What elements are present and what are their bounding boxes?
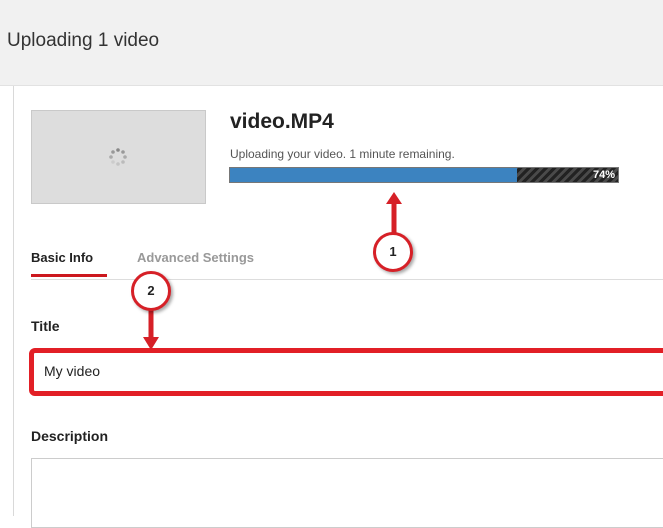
video-filename: video.MP4 (230, 110, 334, 133)
annotation-marker-1: 1 (373, 232, 413, 272)
upload-header: Uploading 1 video (0, 0, 663, 86)
page-title: Uploading 1 video (7, 30, 160, 51)
upload-status-text: Uploading your video. 1 minute remaining… (230, 147, 455, 161)
active-tab-indicator (31, 274, 107, 277)
tabs-divider (31, 279, 663, 280)
arrow-down-icon (143, 308, 159, 350)
tab-advanced-settings[interactable]: Advanced Settings (137, 250, 254, 265)
annotation-marker-2: 2 (131, 271, 171, 311)
description-textarea[interactable] (31, 458, 663, 528)
video-thumbnail (31, 110, 206, 204)
title-field-highlight (29, 348, 663, 396)
tab-basic-info[interactable]: Basic Info (31, 250, 93, 265)
upload-progress-fill (230, 168, 518, 182)
arrow-up-icon (386, 192, 402, 236)
description-label: Description (31, 428, 109, 444)
panel-divider (13, 86, 14, 516)
upload-progress-bar: 74% (229, 167, 619, 183)
title-input[interactable] (44, 361, 624, 381)
loading-spinner-icon (109, 148, 127, 166)
upload-progress-percent: 74% (592, 169, 615, 181)
title-label: Title (31, 318, 60, 334)
